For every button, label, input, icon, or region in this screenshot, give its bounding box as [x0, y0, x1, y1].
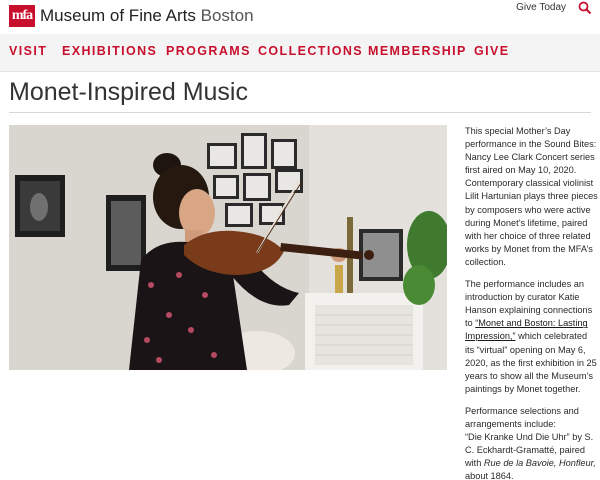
search-icon[interactable] [578, 1, 592, 15]
p3-work-title: Rue de la Bavoie, Honfleur, [483, 458, 596, 469]
nav-item-give[interactable]: GIVE [474, 44, 509, 58]
nav-item-programs[interactable]: PROGRAMS [166, 44, 251, 58]
nav-item-collections[interactable]: COLLECTIONS [258, 44, 363, 58]
p3-year: about 1864. [465, 471, 514, 480]
site-header: mfa Museum of Fine Arts Boston Give Toda… [0, 0, 600, 34]
description-paragraph-3: Performance selections and arrangements … [465, 405, 598, 480]
site-name-city: Boston [200, 6, 254, 25]
description-column: This special Mother’s Day performance in… [465, 125, 598, 480]
description-paragraph-1: This special Mother’s Day performance in… [465, 126, 598, 267]
nav-item-visit[interactable]: VISIT [9, 44, 47, 58]
site-name-main: Museum of Fine Arts [40, 6, 196, 25]
nav-item-exhibitions[interactable]: EXHIBITIONS [62, 44, 157, 58]
main-nav: VISIT EXHIBITIONS PROGRAMS COLLECTIONS M… [0, 34, 600, 72]
page-title: Monet-Inspired Music [9, 78, 248, 106]
description-paragraph-2: The performance includes an introduction… [465, 278, 598, 396]
video-frame-illustration [9, 125, 447, 370]
mfa-logo[interactable]: mfa [9, 5, 35, 27]
p3-intro: Performance selections and arrangements … [465, 405, 579, 429]
performance-video[interactable] [9, 125, 447, 370]
give-today-link[interactable]: Give Today [516, 2, 566, 13]
nav-item-membership[interactable]: MEMBERSHIP [368, 44, 467, 58]
title-divider [9, 112, 591, 113]
site-name[interactable]: Museum of Fine Arts Boston [40, 6, 254, 26]
